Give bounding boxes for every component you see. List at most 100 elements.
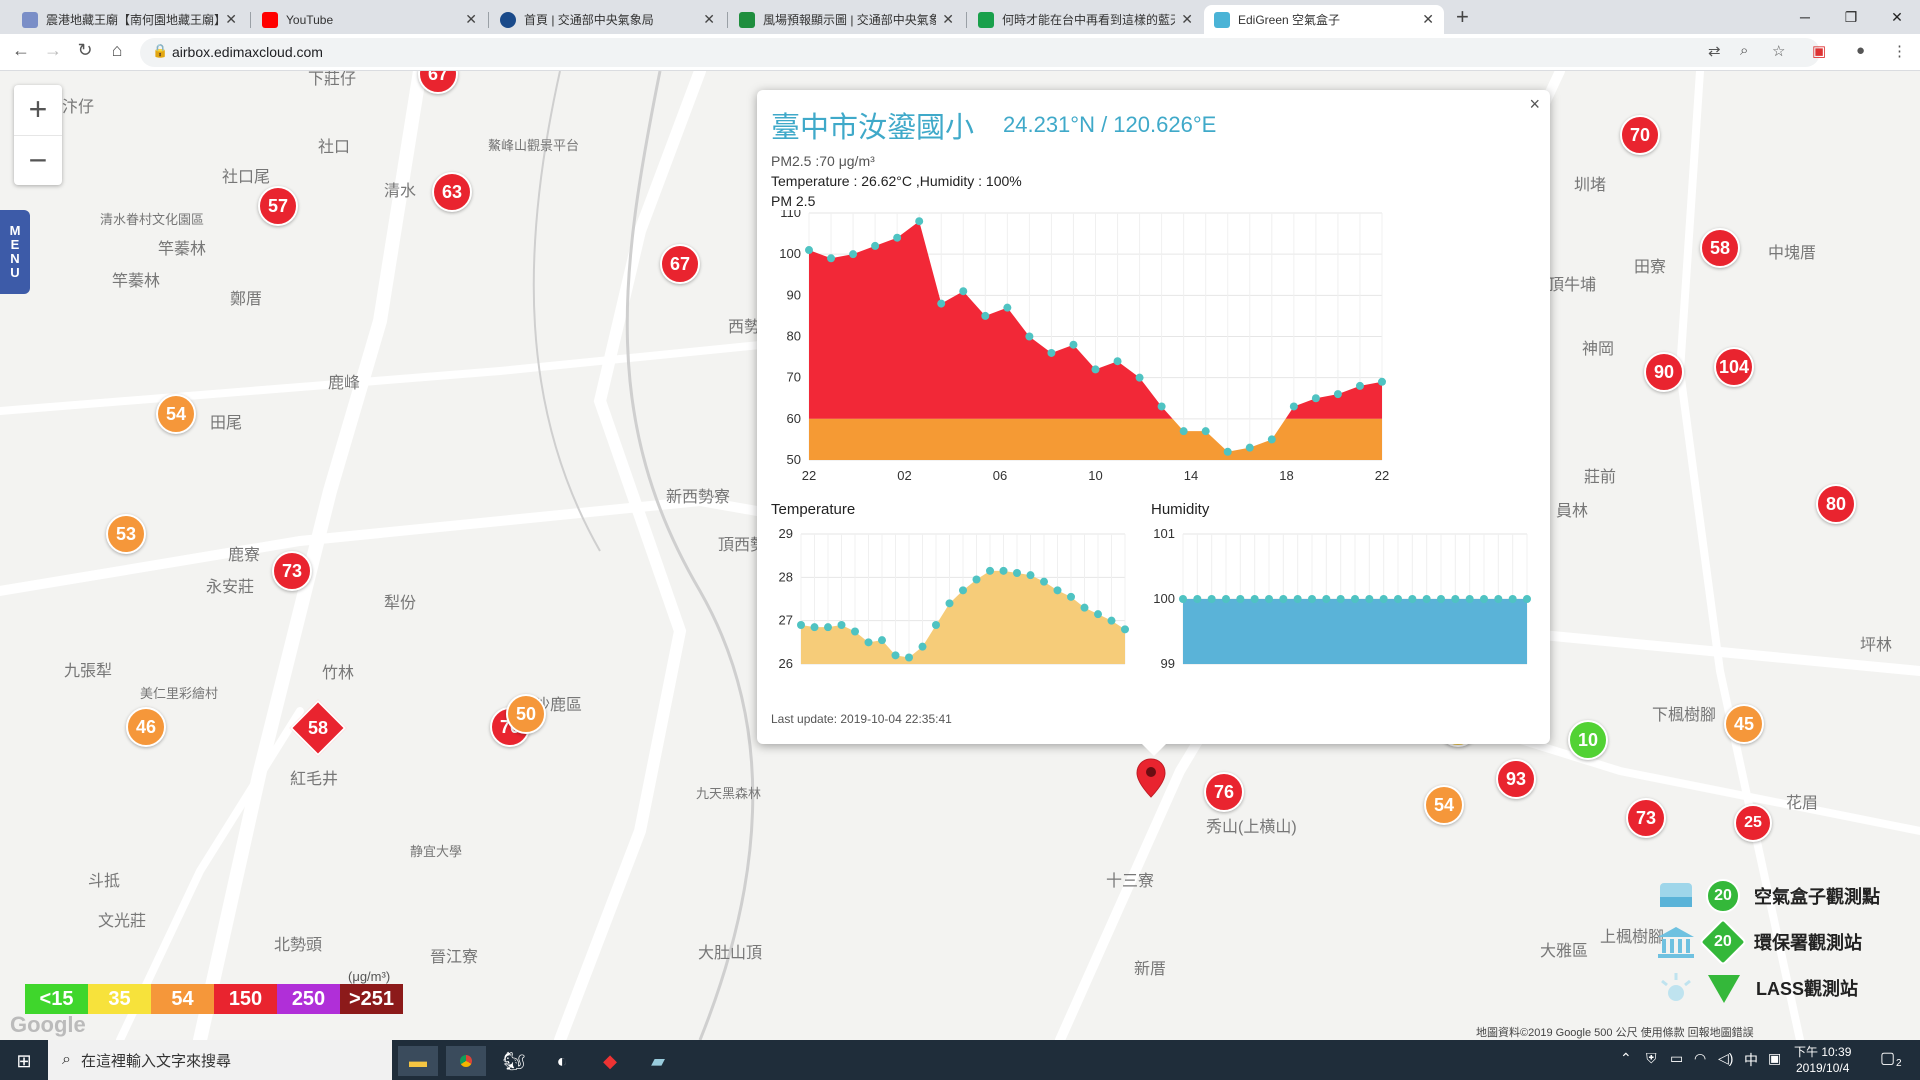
air-quality-marker[interactable]: 67 <box>660 244 700 284</box>
air-quality-marker[interactable]: 76 <box>1204 772 1244 812</box>
taskbar-clock[interactable]: 下午 10:39 2019/10/4 <box>1794 1044 1851 1076</box>
air-quality-marker[interactable]: 25 <box>1734 804 1772 842</box>
extension-icon[interactable]: ▣ <box>1812 42 1826 60</box>
air-quality-marker[interactable]: 50 <box>506 694 546 734</box>
air-quality-marker[interactable]: 57 <box>258 186 298 226</box>
tray-network-icon[interactable]: ◠ <box>1694 1050 1706 1067</box>
map-place-label: 紅毛井 <box>290 771 339 788</box>
air-quality-marker[interactable]: 54 <box>156 394 196 434</box>
close-tab-icon[interactable]: ✕ <box>942 11 954 28</box>
data-point <box>959 586 967 595</box>
data-point <box>1121 625 1129 634</box>
y-tick-label: 80 <box>787 329 801 344</box>
tray-keyboard-icon[interactable]: ▣ <box>1768 1050 1781 1067</box>
bookmark-star-icon[interactable]: ☆ <box>1772 42 1785 60</box>
windows-taskbar: ⊞ ⌕ 在這裡輸入文字來搜尋 ▬ 🐿 ◐ ◆ ▰ ⌃ ⛨ ▭ ◠ ◁) 中 ▣ … <box>0 1040 1920 1080</box>
taskbar-search[interactable]: ⌕ 在這裡輸入文字來搜尋 <box>48 1040 392 1080</box>
data-point <box>937 299 946 308</box>
air-quality-marker[interactable]: 46 <box>126 707 166 747</box>
air-quality-marker[interactable]: 70 <box>1620 115 1660 155</box>
map-place-label: 静宜大學 <box>410 844 463 859</box>
windows-start-icon[interactable]: ⊞ <box>4 1046 44 1076</box>
map-place-label: 九天黑森林 <box>696 786 762 801</box>
chrome-icon[interactable] <box>446 1046 486 1076</box>
station-readings: PM2.5 :70 μg/m³ Temperature : 26.62°C ,H… <box>771 151 1022 211</box>
close-tab-icon[interactable]: ✕ <box>1181 11 1193 28</box>
url-text[interactable]: airbox.edimaxcloud.com <box>172 44 323 60</box>
tray-security-icon[interactable]: ⛨ <box>1646 1050 1657 1067</box>
search-icon: ⌕ <box>62 1051 71 1068</box>
tab-separator <box>250 12 251 28</box>
air-quality-marker[interactable]: 93 <box>1496 759 1536 799</box>
browser-tab[interactable]: 首頁 | 交通部中央氣象局 ✕ <box>490 5 725 34</box>
air-quality-marker[interactable]: 90 <box>1644 352 1684 392</box>
data-point <box>891 651 900 660</box>
tray-volume-icon[interactable]: ◁) <box>1718 1050 1733 1067</box>
map-place-label: 圳堵 <box>1574 177 1607 194</box>
reload-icon[interactable]: ↻ <box>72 40 98 61</box>
tab-title: 何時才能在台中再看到這樣的藍天 <box>1002 13 1176 27</box>
air-quality-marker[interactable]: 104 <box>1714 347 1754 387</box>
close-icon[interactable]: × <box>1529 94 1540 115</box>
map-place-label: 汴仔 <box>62 99 95 116</box>
app-icon[interactable]: ▰ <box>638 1046 678 1076</box>
air-quality-marker[interactable]: 54 <box>1424 785 1464 825</box>
tray-battery-icon[interactable]: ▭ <box>1670 1050 1683 1067</box>
file-explorer-icon[interactable]: ▬ <box>398 1046 438 1076</box>
data-point <box>1333 390 1342 399</box>
zoom-out-button[interactable]: − <box>14 135 62 185</box>
close-tab-icon[interactable]: ✕ <box>225 11 237 28</box>
browser-tab[interactable]: 風場預報顯示圖 | 交通部中央氣象局 ✕ <box>729 5 964 34</box>
address-bar[interactable] <box>140 38 1820 67</box>
air-quality-marker[interactable]: 73 <box>272 551 312 591</box>
data-point <box>849 250 858 259</box>
browser-tab[interactable]: 何時才能在台中再看到這樣的藍天 ✕ <box>968 5 1203 34</box>
data-point <box>1222 595 1230 603</box>
zoom-in-button[interactable]: + <box>14 85 62 135</box>
lock-icon[interactable]: 🔒 <box>152 43 168 59</box>
close-tab-icon[interactable]: ✕ <box>1422 11 1434 28</box>
air-quality-marker[interactable]: 45 <box>1724 704 1764 744</box>
minimize-icon[interactable]: ─ <box>1782 3 1828 31</box>
forward-icon[interactable]: → <box>40 40 66 61</box>
air-quality-marker[interactable]: 80 <box>1816 484 1856 524</box>
app-icon[interactable]: ◐ <box>542 1046 582 1076</box>
translate-icon[interactable]: ⇄ <box>1708 42 1721 60</box>
map-attribution[interactable]: 地圖資料©2019 Google 500 公尺 使用條款 回報地圖錯誤 <box>1476 1024 1754 1040</box>
browser-tab[interactable]: YouTube ✕ <box>252 5 487 34</box>
air-quality-marker[interactable]: 10 <box>1568 720 1608 760</box>
data-point <box>837 621 846 629</box>
restore-icon[interactable]: ❐ <box>1828 3 1874 31</box>
notification-icon[interactable]: ▢ <box>1880 1048 1895 1068</box>
air-quality-marker[interactable]: 58 <box>1700 228 1740 268</box>
browser-tab[interactable]: 震港地藏王廟【南何園地藏王廟】 ✕ <box>12 5 247 34</box>
back-icon[interactable]: ← <box>8 40 34 61</box>
app-icon[interactable]: 🐿 <box>494 1046 534 1076</box>
tray-ime[interactable]: 中 <box>1744 1050 1758 1070</box>
close-tab-icon[interactable]: ✕ <box>703 11 715 28</box>
map-place-label: 坪林 <box>1860 637 1893 654</box>
data-point <box>1336 595 1345 603</box>
app-icon[interactable]: ◆ <box>590 1046 630 1076</box>
zoom-icon[interactable]: ⌕ <box>1740 42 1748 59</box>
data-point <box>932 621 940 629</box>
close-tab-icon[interactable]: ✕ <box>465 11 477 28</box>
profile-icon[interactable]: ● <box>1856 42 1865 59</box>
new-tab-button[interactable]: + <box>1456 4 1469 30</box>
map-place-label: 清水眷村文化園區 <box>100 212 205 227</box>
tab-separator <box>727 12 728 28</box>
location-pin-icon[interactable] <box>1134 757 1168 799</box>
data-point <box>1508 595 1517 603</box>
browser-tab-active[interactable]: EdiGreen 空氣盒子 ✕ <box>1204 5 1444 34</box>
air-quality-marker[interactable]: 63 <box>432 172 472 212</box>
air-quality-marker[interactable]: 73 <box>1626 798 1666 838</box>
tray-chevron-icon[interactable]: ⌃ <box>1620 1050 1632 1067</box>
menu-button[interactable]: M E N U <box>0 210 30 294</box>
menu-dots-icon[interactable]: ⋮ <box>1892 42 1907 60</box>
air-quality-marker[interactable]: 53 <box>106 514 146 554</box>
close-window-icon[interactable]: ✕ <box>1874 3 1920 31</box>
data-point <box>1069 340 1078 349</box>
map-place-label: 田寮 <box>1634 259 1667 276</box>
home-icon[interactable]: ⌂ <box>104 40 130 61</box>
station-coordinates: 24.231°N / 120.626°E <box>1003 112 1217 137</box>
